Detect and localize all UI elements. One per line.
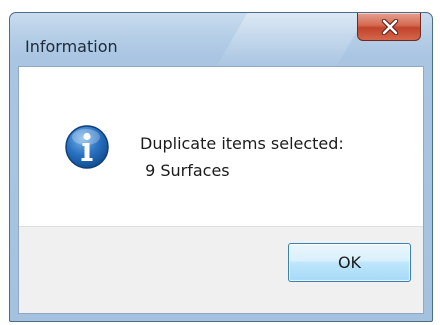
info-icon [65, 125, 109, 169]
button-bar: OK [19, 226, 423, 313]
message-line: Duplicate items selected: [140, 134, 344, 153]
close-icon [381, 19, 399, 35]
dialog-title: Information [25, 37, 118, 56]
title-bar[interactable]: Information [10, 13, 432, 56]
dialog-body: Duplicate items selected: 9 Surfaces OK [18, 66, 424, 314]
message-line: 9 Surfaces [140, 161, 230, 180]
message-text: Duplicate items selected: 9 Surfaces [140, 130, 344, 184]
information-dialog: Information Duplicate items selected: 9 … [9, 12, 433, 322]
close-button[interactable] [357, 13, 421, 41]
ok-button[interactable]: OK [288, 243, 411, 282]
message-area: Duplicate items selected: 9 Surfaces [19, 67, 423, 226]
